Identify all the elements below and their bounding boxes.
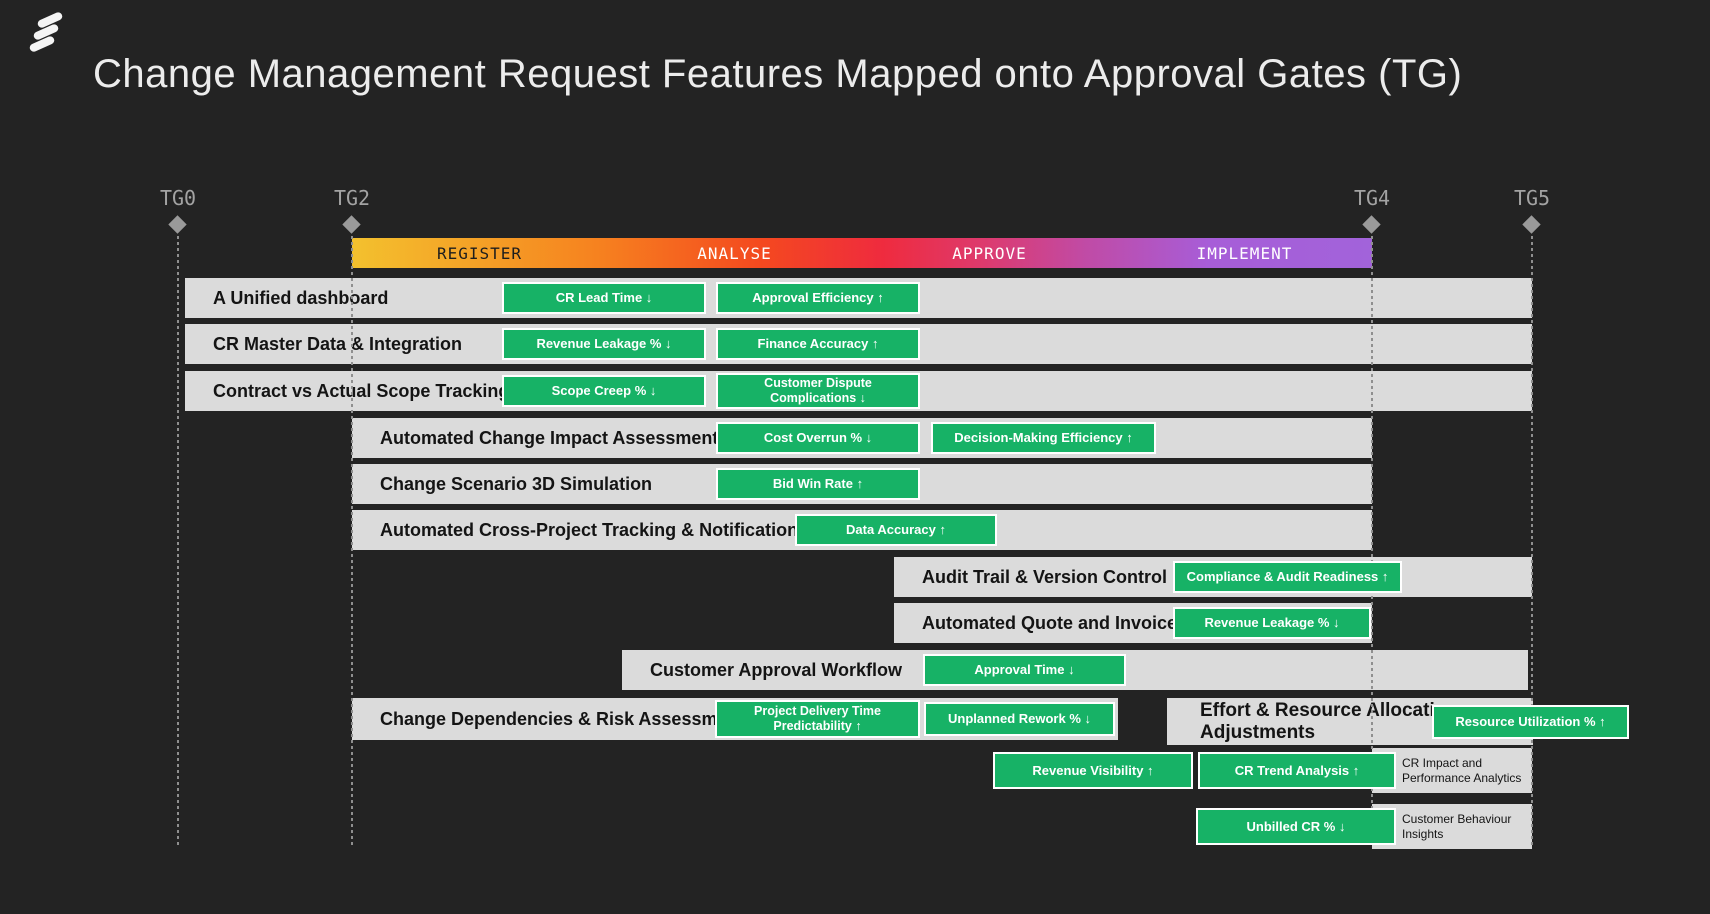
kpi-badge: Finance Accuracy ↑ [716, 328, 920, 360]
feature-label: Change Dependencies & Risk Assessment [380, 709, 744, 730]
phase-gradient-bar: REGISTER ANALYSE APPROVE IMPLEMENT [352, 238, 1372, 268]
slide-canvas: Change Management Request Features Mappe… [0, 0, 1710, 914]
gate-line-tg0 [177, 236, 179, 848]
feature-label: Customer Approval Workflow [650, 660, 902, 681]
kpi-badge: Unbilled CR % ↓ [1196, 808, 1396, 845]
ericsson-logo [28, 12, 68, 56]
feature-label: Automated Cross-Project Tracking & Notif… [380, 520, 808, 541]
feature-label: Audit Trail & Version Control [922, 567, 1167, 588]
feature-label: Automated Change Impact Assessment [380, 428, 718, 449]
feature-label: Change Scenario 3D Simulation [380, 474, 652, 495]
page-title: Change Management Request Features Mappe… [93, 52, 1593, 97]
feature-label: Customer Behaviour Insights [1402, 812, 1532, 840]
gate-diamond-icon [1362, 215, 1380, 233]
feature-bar-customer-behaviour-insights: Customer Behaviour Insights [1372, 804, 1532, 849]
phase-implement: IMPLEMENT [1117, 238, 1372, 268]
gate-label-tg4: TG4 [1332, 186, 1412, 210]
kpi-badge: Unplanned Rework % ↓ [924, 702, 1115, 736]
feature-label: CR Impact and Performance Analytics [1402, 756, 1532, 784]
gate-diamond-icon [342, 215, 360, 233]
kpi-badge: Cost Overrun % ↓ [716, 422, 920, 454]
kpi-badge: Data Accuracy ↑ [795, 514, 997, 546]
gate-diamond-icon [168, 215, 186, 233]
kpi-badge: Compliance & Audit Readiness ↑ [1173, 561, 1402, 593]
gate-label-tg2: TG2 [312, 186, 392, 210]
gate-diamond-icon [1522, 215, 1540, 233]
kpi-badge: Revenue Visibility ↑ [993, 752, 1193, 789]
gate-label-tg0: TG0 [138, 186, 218, 210]
kpi-badge: Approval Time ↓ [923, 654, 1126, 686]
feature-label: A Unified dashboard [213, 288, 388, 309]
phase-analyse: ANALYSE [607, 238, 862, 268]
kpi-badge: Revenue Leakage % ↓ [1173, 607, 1371, 639]
phase-approve: APPROVE [862, 238, 1117, 268]
kpi-badge: Resource Utilization % ↑ [1432, 705, 1629, 739]
kpi-badge: Scope Creep % ↓ [502, 375, 706, 407]
kpi-badge: Bid Win Rate ↑ [716, 468, 920, 500]
feature-label: Contract vs Actual Scope Tracking [213, 381, 509, 402]
feature-label: Automated Quote and Invoice [922, 613, 1177, 634]
kpi-badge: Project Delivery Time Predictability ↑ [715, 700, 920, 738]
kpi-badge: Decision-Making Efficiency ↑ [931, 422, 1156, 454]
kpi-badge: CR Trend Analysis ↑ [1198, 752, 1396, 789]
feature-label: CR Master Data & Integration [213, 334, 462, 355]
kpi-badge: CR Lead Time ↓ [502, 282, 706, 314]
feature-bar-cr-impact-analytics: CR Impact and Performance Analytics [1372, 748, 1532, 793]
kpi-badge: Revenue Leakage % ↓ [502, 328, 706, 360]
kpi-badge: Approval Efficiency ↑ [716, 282, 920, 314]
kpi-badge: Customer Dispute Complications ↓ [716, 373, 920, 409]
phase-register: REGISTER [352, 238, 607, 268]
gate-label-tg5: TG5 [1492, 186, 1572, 210]
